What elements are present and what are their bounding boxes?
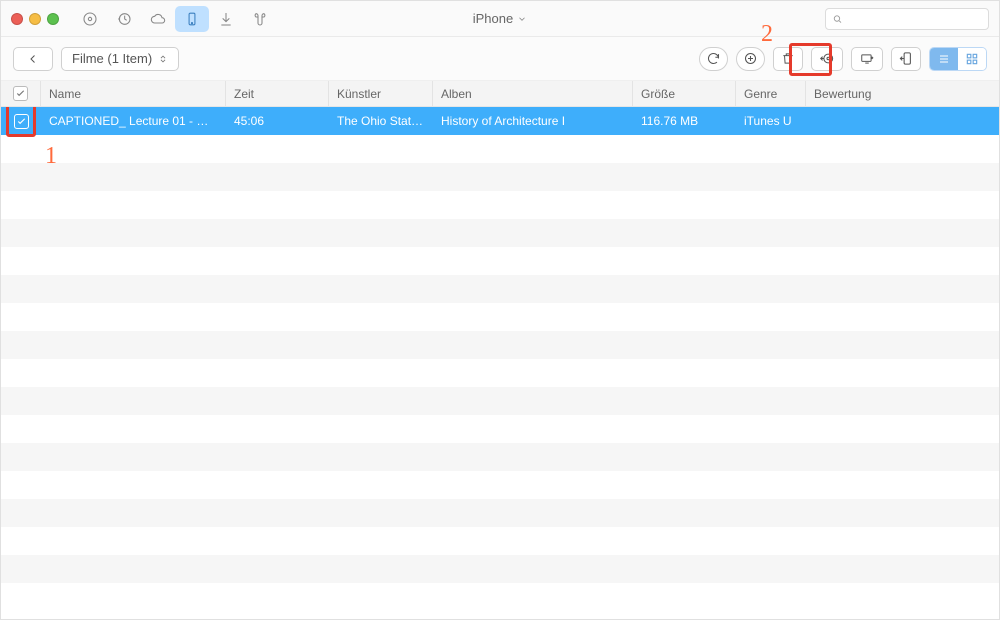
empty-row [1,191,999,219]
empty-row [1,359,999,387]
add-button[interactable] [736,47,765,71]
empty-row [1,135,999,163]
empty-row [1,555,999,583]
back-button[interactable] [13,47,53,71]
toolbar: Filme (1 Item) 2 [1,37,999,81]
cell-time: 45:06 [226,114,329,128]
list-icon [936,53,952,65]
col-time[interactable]: Zeit [226,81,329,106]
col-name[interactable]: Name [41,81,226,106]
titlebar-mode-tabs [73,6,277,32]
to-computer-icon [858,52,876,66]
titlebar: iPhone [1,1,999,37]
col-rating[interactable]: Bewertung [806,81,999,106]
history-icon[interactable] [107,6,141,32]
col-artist[interactable]: Künstler [329,81,433,106]
empty-row [1,415,999,443]
empty-row [1,471,999,499]
to-itunes-icon [818,51,836,66]
empty-row [1,387,999,415]
plus-circle-icon [743,51,758,66]
cell-artist: The Ohio State… [329,114,433,128]
refresh-button[interactable] [699,47,728,71]
empty-row [1,219,999,247]
search-input-wrap[interactable] [825,8,989,30]
empty-row [1,275,999,303]
empty-row [1,443,999,471]
to-itunes-button[interactable] [811,47,843,71]
window-traffic-lights [11,13,59,25]
col-albums[interactable]: Alben [433,81,633,106]
filter-dropdown[interactable]: Filme (1 Item) [61,47,179,71]
chevron-left-icon [27,53,39,65]
empty-row [1,163,999,191]
empty-row [1,527,999,555]
delete-button[interactable] [773,47,803,71]
cloud-icon[interactable] [141,6,175,32]
chevron-down-icon [517,14,527,24]
cell-name: CAPTIONED_ Lecture 01 - Wh… [41,114,226,128]
to-device-button[interactable] [891,47,921,71]
device-icon[interactable] [175,6,209,32]
cell-size: 116.76 MB [633,114,736,128]
cell-genre: iTunes U [736,114,806,128]
empty-row [1,499,999,527]
device-title-label: iPhone [473,11,513,26]
table-row[interactable]: CAPTIONED_ Lecture 01 - Wh… 45:06 The Oh… [1,107,999,135]
search-icon [832,13,843,25]
toolbox-icon[interactable] [243,6,277,32]
refresh-icon [706,51,721,66]
empty-row [1,331,999,359]
empty-row [1,583,999,611]
row-checkbox[interactable] [14,114,29,129]
to-computer-button[interactable] [851,47,883,71]
toolbar-actions [699,47,987,71]
search-input[interactable] [847,12,982,26]
view-toggle [929,47,987,71]
to-device-icon [898,51,914,66]
download-icon[interactable] [209,6,243,32]
col-genre[interactable]: Genre [736,81,806,106]
grid-view-button[interactable] [958,48,986,70]
select-all-cell[interactable] [1,81,41,106]
table-header: Name Zeit Künstler Alben Größe Genre Bew… [1,81,999,107]
grid-icon [965,52,979,66]
music-library-icon[interactable] [73,6,107,32]
minimize-window-button[interactable] [29,13,41,25]
col-size[interactable]: Größe [633,81,736,106]
list-view-button[interactable] [930,48,958,70]
maximize-window-button[interactable] [47,13,59,25]
empty-row [1,247,999,275]
close-window-button[interactable] [11,13,23,25]
table-body: CAPTIONED_ Lecture 01 - Wh… 45:06 The Oh… [1,107,999,619]
trash-icon [781,51,795,66]
sort-arrows-icon [158,53,168,65]
select-all-checkbox[interactable] [13,86,28,101]
filter-label: Filme (1 Item) [72,51,152,66]
cell-album: History of Architecture I [433,114,633,128]
empty-row [1,303,999,331]
